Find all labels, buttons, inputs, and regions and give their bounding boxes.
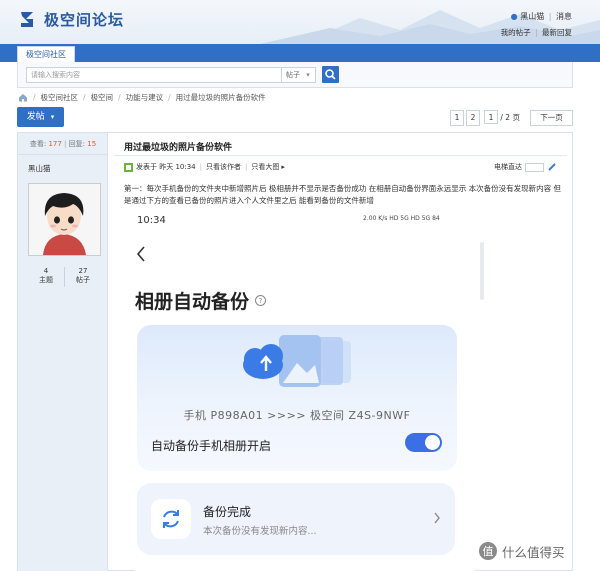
auto-backup-toggle	[405, 433, 442, 452]
watermark-logo-icon: 值	[479, 542, 497, 560]
post-screenshot: 10:34 2.00 K/s HD 5G HD 5G 84 相册自动备份 ? 手…	[135, 211, 475, 571]
nav-bar: 极空间社区	[0, 44, 600, 62]
search-bar: 请输入搜索内容 帖子 ▾	[17, 62, 573, 88]
messages-link[interactable]: 消息	[556, 12, 572, 21]
backup-card: 手机 P898A01 >>>> 极空间 Z4S-9NWF 自动备份手机相册开启	[137, 325, 457, 471]
floor-jump-input[interactable]	[525, 162, 544, 172]
breadcrumb-item[interactable]: 极空间	[91, 92, 114, 103]
avatar-image	[29, 184, 100, 255]
site-header: 极空间论坛 ● 黑山猫 | 消息 我的帖子 | 最新回复	[0, 0, 600, 44]
site-logo[interactable]: 极空间论坛	[18, 9, 124, 30]
stats-separator: |	[64, 140, 67, 148]
search-button[interactable]	[322, 66, 339, 83]
post-button-label: 发帖	[26, 112, 45, 122]
thread: 查看: 177 | 回复: 15 黑山猫 4 主题 27 帖子 用过最垃圾的照片…	[17, 132, 573, 571]
chevron-right-icon	[434, 512, 440, 524]
breadcrumb-item[interactable]: 极空间社区	[41, 92, 79, 103]
search-icon	[325, 69, 336, 80]
only-author-link[interactable]: 只看该作者	[206, 162, 241, 172]
floor-jump-label: 电梯直达	[494, 163, 522, 171]
breadcrumb: / 极空间社区 / 极空间 / 功能与建议 / 用过最垃圾的照片备份软件	[18, 92, 266, 103]
post-meta: 发表于 昨天 10:34 | 只看该作者 | 只看大图 ▸	[124, 162, 285, 172]
screen-title-text: 相册自动备份	[135, 291, 250, 313]
watermark-text: 什么值得买	[502, 544, 565, 560]
replies-count: 15	[87, 140, 97, 148]
chevron-down-icon: ▾	[50, 113, 55, 121]
auto-backup-label: 自动备份手机相册开启	[151, 439, 272, 453]
help-icon: ?	[255, 295, 267, 306]
page: 极空间论坛 ● 黑山猫 | 消息 我的帖子 | 最新回复 极空间社区 请输入搜索…	[0, 0, 600, 571]
page-2-button[interactable]: 2	[466, 110, 480, 126]
user-bar: ● 黑山猫 | 消息	[510, 12, 572, 21]
views-label: 查看:	[29, 140, 47, 148]
user-links: 我的帖子 | 最新回复	[500, 28, 572, 37]
pen-icon[interactable]	[547, 162, 557, 172]
search-input[interactable]: 请输入搜索内容	[26, 67, 282, 83]
next-page-button[interactable]: 下一页	[530, 110, 573, 126]
my-posts-link[interactable]: 我的帖子	[501, 28, 531, 37]
phone-status: 2.00 K/s HD 5G HD 5G 84	[363, 215, 440, 222]
breadcrumb-item[interactable]: 用过最垃圾的照片备份软件	[176, 92, 266, 103]
post-button[interactable]: 发帖 ▾	[17, 107, 64, 127]
phone-time: 10:34	[137, 215, 166, 226]
home-icon[interactable]	[18, 93, 28, 102]
posts-count[interactable]: 27	[65, 267, 101, 275]
logo-icon	[21, 11, 33, 27]
site-name: 极空间论坛	[44, 11, 125, 29]
backup-done-subtitle: 本次备份没有发现新内容...	[203, 526, 317, 537]
search-scope-select[interactable]: 帖子 ▾	[282, 67, 316, 83]
page-jump-input[interactable]: 1	[484, 110, 498, 124]
image-scrollbar	[480, 242, 484, 300]
latest-replies-link[interactable]: 最新回复	[542, 28, 572, 37]
username-link[interactable]: 黑山猫	[520, 12, 544, 21]
page-1-button[interactable]: 1	[450, 110, 464, 126]
backup-status-card: 备份完成 本次备份没有发现新内容...	[137, 483, 455, 555]
page-jump: 1 / 2 页	[484, 110, 526, 126]
topics-count[interactable]: 4	[28, 267, 64, 275]
author-sidebar: 查看: 177 | 回复: 15 黑山猫 4 主题 27 帖子	[18, 133, 108, 571]
posts-label: 帖子	[76, 276, 90, 284]
breadcrumb-item[interactable]: 功能与建议	[126, 92, 164, 103]
post-body: 第一：每次手机备份的文件夹中新增照片后 极相册并不显示是否备份成功 在相册自动备…	[124, 184, 562, 205]
cloud-photo-icon	[243, 335, 351, 387]
post-time: 发表于 昨天 10:34	[136, 163, 196, 171]
replies-label: 回复:	[68, 140, 85, 148]
thread-stats: 查看: 177 | 回复: 15	[18, 133, 108, 155]
watermark: 值 什么值得买	[478, 541, 565, 561]
search-scope-label: 帖子	[286, 71, 300, 79]
sync-icon	[151, 499, 191, 539]
post-main: 用过最垃圾的照片备份软件 发表于 昨天 10:34 | 只看该作者 | 只看大图…	[108, 133, 573, 571]
post-status-icon	[124, 162, 133, 172]
views-count: 177	[48, 140, 62, 148]
thread-title: 用过最垃圾的照片备份软件	[124, 143, 233, 153]
author-name[interactable]: 黑山猫	[28, 163, 51, 174]
backup-done-title: 备份完成	[203, 505, 252, 519]
arrow-right-icon: ▸	[281, 163, 285, 171]
avatar[interactable]	[28, 183, 101, 256]
chevron-down-icon: ▾	[306, 71, 310, 79]
screen-title: 相册自动备份 ?	[135, 287, 267, 314]
user-icon: ●	[510, 12, 518, 21]
svg-text:值: 值	[483, 545, 494, 558]
page-total: / 2 页	[500, 113, 520, 122]
topics-label: 主题	[39, 276, 53, 284]
large-image-link[interactable]: 只看大图	[251, 162, 279, 172]
tab-community[interactable]: 极空间社区	[17, 46, 75, 62]
back-arrow-icon	[136, 246, 145, 262]
pagination: 1 2 1 / 2 页 下一页	[450, 110, 573, 126]
backup-route: 手机 P898A01 >>>> 极空间 Z4S-9NWF	[183, 409, 411, 422]
floor-jump: 电梯直达	[494, 162, 557, 172]
